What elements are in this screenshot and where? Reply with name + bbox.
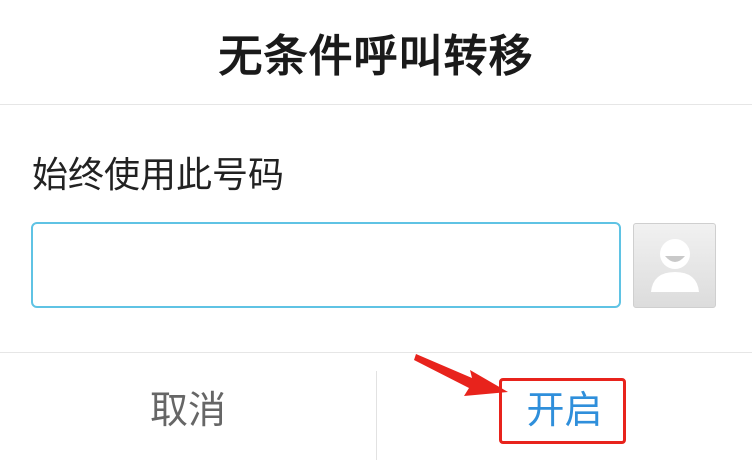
dialog-header: 无条件呼叫转移 [0, 0, 752, 105]
field-label: 始终使用此号码 [32, 155, 285, 196]
contact-picker-button[interactable] [633, 223, 716, 308]
enable-button[interactable]: 开启 [377, 353, 752, 460]
call-forwarding-dialog: 无条件呼叫转移 始终使用此号码 取消 开启 [0, 0, 752, 460]
dialog-title: 无条件呼叫转移 [218, 31, 534, 82]
cancel-button[interactable]: 取消 [0, 353, 376, 460]
phone-number-input[interactable] [31, 222, 621, 308]
dialog-button-row: 取消 开启 [0, 353, 752, 460]
contact-avatar-icon [647, 234, 703, 298]
